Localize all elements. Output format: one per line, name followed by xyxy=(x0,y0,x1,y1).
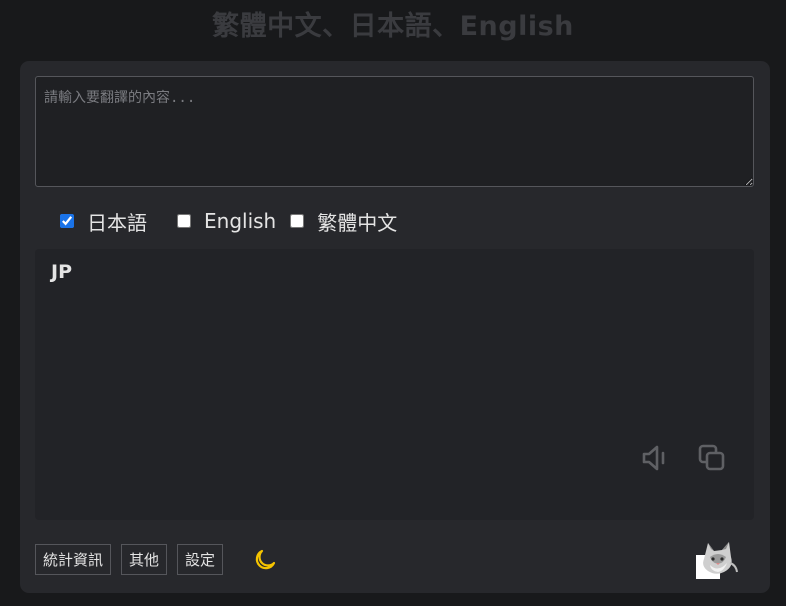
source-text-input[interactable] xyxy=(35,76,754,187)
traditional-chinese-checkbox[interactable] xyxy=(290,214,305,228)
language-label: 日本語 xyxy=(87,210,147,235)
moon-icon[interactable] xyxy=(253,548,277,572)
settings-button[interactable]: 設定 xyxy=(177,544,224,575)
other-button[interactable]: 其他 xyxy=(121,544,168,575)
language-option-english[interactable]: English xyxy=(177,209,276,233)
app-root: 繁體中文、日本語、English 日本語 English 繁體中文 JP xyxy=(0,0,786,606)
footer-toolbar: 統計資訊 其他 設定 xyxy=(35,544,277,575)
language-option-japanese[interactable]: 日本語 xyxy=(60,207,147,236)
copy-icon[interactable] xyxy=(696,442,728,474)
translator-panel: 日本語 English 繁體中文 JP xyxy=(20,61,770,593)
speaker-icon[interactable] xyxy=(639,442,671,474)
japanese-checkbox[interactable] xyxy=(60,214,74,228)
language-label: 繁體中文 xyxy=(317,210,398,235)
language-label: English xyxy=(204,209,277,233)
statistics-button[interactable]: 統計資訊 xyxy=(35,544,112,575)
cat-mascot-icon[interactable] xyxy=(696,539,738,579)
translation-result-area: JP xyxy=(35,249,754,520)
language-selector: 日本語 English 繁體中文 xyxy=(60,206,411,236)
page-title: 繁體中文、日本語、English xyxy=(212,11,574,42)
english-checkbox[interactable] xyxy=(177,214,191,228)
result-language-tag: JP xyxy=(51,261,72,283)
language-option-traditional-chinese[interactable]: 繁體中文 xyxy=(290,207,397,236)
